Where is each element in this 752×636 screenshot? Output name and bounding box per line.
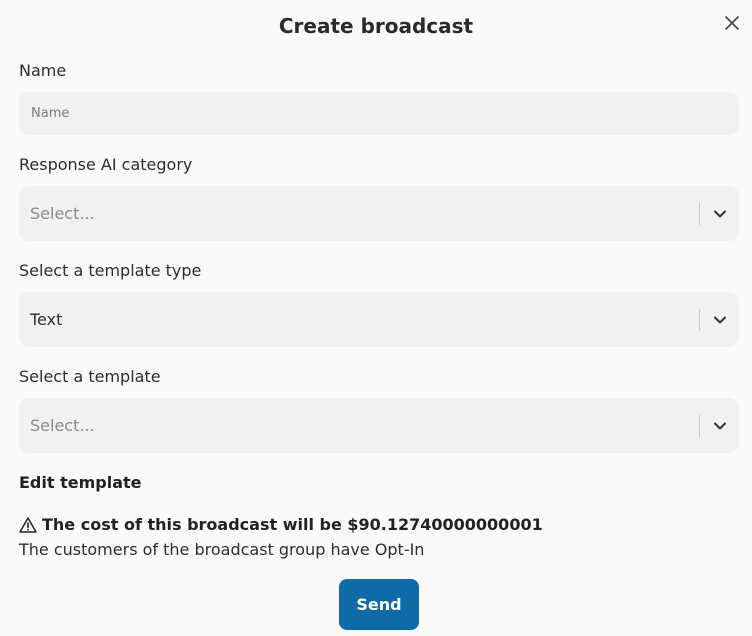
chevron-down-icon[interactable] (712, 312, 728, 328)
warning-icon (19, 516, 37, 534)
chevron-down-icon[interactable] (712, 418, 728, 434)
modal-title: Create broadcast (278, 14, 474, 38)
name-label: Name (19, 61, 67, 80)
template-value: Select... (30, 416, 95, 435)
ai-category-value: Select... (30, 204, 95, 223)
name-input[interactable] (19, 92, 739, 135)
create-broadcast-modal: Create broadcast Name Response AI catego… (0, 0, 752, 636)
template-select[interactable]: Select... (19, 398, 739, 453)
send-button[interactable]: Send (339, 579, 419, 630)
ai-category-select[interactable]: Select... (19, 186, 739, 241)
select-separator (699, 308, 700, 331)
template-type-value: Text (30, 310, 63, 329)
ai-category-label: Response AI category (19, 155, 193, 174)
template-label: Select a template (19, 367, 161, 386)
optin-text: The customers of the broadcast group hav… (19, 540, 425, 559)
template-type-select[interactable]: Text (19, 292, 739, 347)
select-separator (699, 414, 700, 437)
close-icon[interactable] (722, 13, 742, 33)
cost-text: The cost of this broadcast will be $90.1… (42, 515, 543, 534)
chevron-down-icon[interactable] (712, 206, 728, 222)
edit-template-heading: Edit template (19, 473, 142, 492)
cost-notice: The cost of this broadcast will be $90.1… (19, 515, 543, 534)
template-type-label: Select a template type (19, 261, 202, 280)
select-separator (699, 202, 700, 225)
